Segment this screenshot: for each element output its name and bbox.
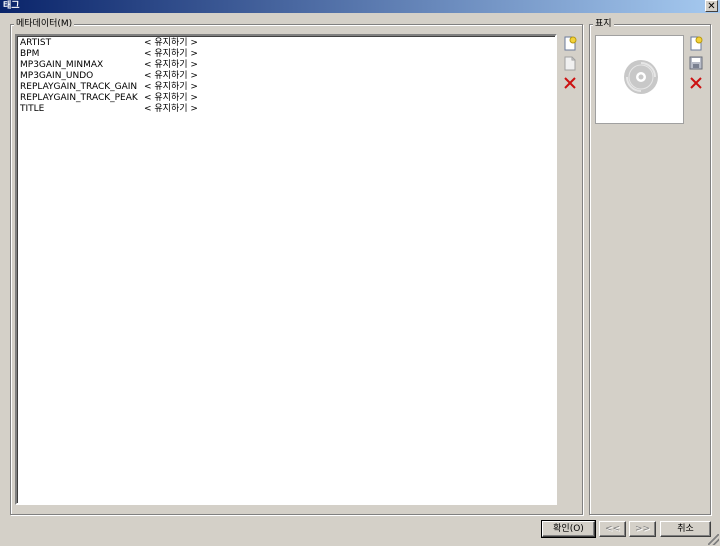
list-item[interactable]: MP3GAIN_UNDO < 유지하기 > <box>17 71 555 82</box>
save-image-icon[interactable] <box>688 55 704 71</box>
metadata-list[interactable]: ARTIST < 유지하기 > BPM < 유지하기 > MP3GAIN_MIN… <box>15 34 557 505</box>
field-value: < 유지하기 > <box>144 104 198 114</box>
ok-button[interactable]: 확인(O) <box>541 520 596 538</box>
field-value: < 유지하기 > <box>144 38 198 48</box>
field-name: MP3GAIN_UNDO <box>20 71 94 81</box>
field-name: TITLE <box>20 104 45 114</box>
metadata-group-label: 메타데이터(M) <box>14 18 75 30</box>
list-item[interactable]: ARTIST < 유지하기 > <box>17 38 555 49</box>
field-value: < 유지하기 > <box>144 49 198 59</box>
field-name: REPLAYGAIN_TRACK_GAIN <box>20 82 138 92</box>
cancel-button[interactable]: 취소 <box>660 521 711 537</box>
previous-button[interactable]: << <box>599 521 626 537</box>
cover-group-label: 표지 <box>593 18 614 30</box>
remove-image-icon[interactable] <box>688 75 704 91</box>
field-name: ARTIST <box>20 38 52 48</box>
list-item[interactable]: MP3GAIN_MINMAX < 유지하기 > <box>17 60 555 71</box>
list-item[interactable]: TITLE < 유지하기 > <box>17 104 555 115</box>
edit-field-icon[interactable] <box>562 55 578 71</box>
next-button[interactable]: >> <box>629 521 656 537</box>
cd-disc-icon <box>623 59 659 98</box>
field-name: MP3GAIN_MINMAX <box>20 60 104 70</box>
list-item[interactable]: BPM < 유지하기 > <box>17 49 555 60</box>
field-name: REPLAYGAIN_TRACK_PEAK <box>20 93 138 103</box>
title-bar: 태그 ✕ <box>0 0 720 13</box>
load-image-icon[interactable] <box>688 35 704 51</box>
list-item[interactable]: REPLAYGAIN_TRACK_PEAK < 유지하기 > <box>17 93 555 104</box>
field-value: < 유지하기 > <box>144 60 198 70</box>
list-item[interactable]: REPLAYGAIN_TRACK_GAIN < 유지하기 > <box>17 82 555 93</box>
field-value: < 유지하기 > <box>144 82 198 92</box>
field-value: < 유지하기 > <box>144 93 198 103</box>
field-name: BPM <box>20 49 40 59</box>
close-button[interactable]: ✕ <box>705 0 718 12</box>
cover-image-area[interactable] <box>595 35 684 124</box>
add-field-icon[interactable] <box>562 35 578 51</box>
window-title: 태그 <box>3 1 20 11</box>
resize-grip[interactable] <box>708 534 719 545</box>
remove-field-icon[interactable] <box>562 75 578 91</box>
field-value: < 유지하기 > <box>144 71 198 81</box>
